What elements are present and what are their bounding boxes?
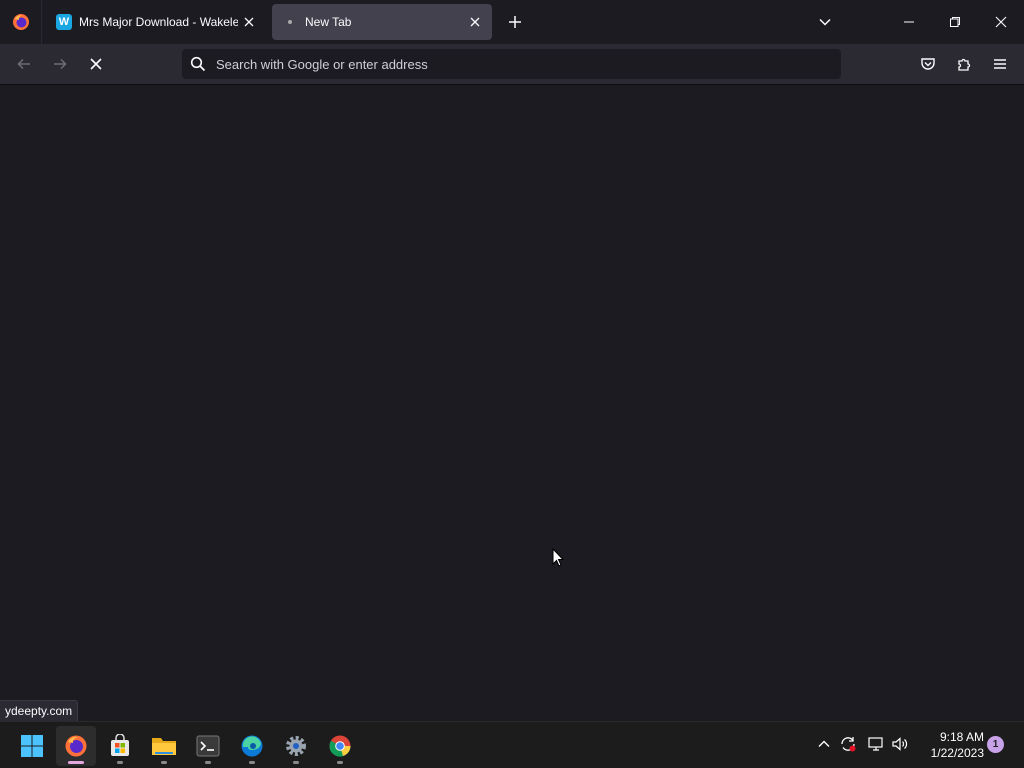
start-button[interactable] [12,726,52,766]
page-content [0,85,1024,721]
plus-icon [509,16,521,28]
windows-icon [21,735,43,757]
firefox-icon [12,14,29,30]
loading-dot-icon [282,14,298,30]
arrow-right-icon [54,58,67,70]
arrow-left-icon [17,58,30,70]
pocket-icon [921,58,935,70]
running-indicator [68,761,84,764]
taskbar-edge[interactable] [232,726,272,766]
tab-title: New Tab [305,15,352,29]
puzzle-icon [958,58,971,71]
close-window-button[interactable] [978,0,1024,44]
taskbar: 9:18 AM 1/22/2023 1 [0,721,1024,768]
mouse-cursor-icon [552,548,564,567]
tab-wakelet[interactable]: W Mrs Major Download - Wakelet [46,4,266,40]
tab-close-icon[interactable] [464,11,486,33]
wakelet-favicon-icon: W [56,14,72,30]
minimize-button[interactable] [886,0,932,44]
network-icon[interactable] [866,734,886,754]
search-icon [190,56,206,72]
restore-button[interactable] [932,0,978,44]
restore-icon [950,17,960,27]
tab-title: Mrs Major Download - Wakelet [79,15,238,29]
address-input[interactable] [216,56,841,72]
tab-new-tab[interactable]: New Tab [272,4,492,40]
running-indicator [249,761,255,764]
forward-button[interactable] [46,50,74,78]
taskbar-firefox[interactable] [56,726,96,766]
stop-button[interactable] [82,50,110,78]
taskbar-clock[interactable]: 9:18 AM 1/22/2023 [916,729,984,761]
sync-status-icon[interactable] [838,734,858,754]
chevron-down-icon [819,18,831,26]
tab-close-icon[interactable] [238,11,260,33]
gear-icon [286,736,306,756]
clock-date: 1/22/2023 [930,746,984,760]
chevron-up-icon [818,740,830,747]
firefox-icon [65,735,87,757]
store-icon [111,734,129,756]
running-indicator [117,761,123,764]
clock-time: 9:18 AM [939,730,984,744]
running-indicator [337,761,343,764]
close-icon [995,16,1007,28]
chrome-icon [329,735,351,757]
url-bar[interactable] [182,49,841,79]
taskbar-settings[interactable] [276,726,316,766]
extensions-button[interactable] [950,50,978,78]
show-hidden-icons-button[interactable] [814,734,834,754]
hamburger-icon [994,59,1006,69]
taskbar-chrome[interactable] [320,726,360,766]
taskbar-terminal[interactable] [188,726,228,766]
taskbar-file-explorer[interactable] [144,726,184,766]
terminal-icon [196,735,220,757]
volume-icon[interactable] [890,734,910,754]
running-indicator [205,761,211,764]
tab-strip: W Mrs Major Download - Wakelet New Tab [0,0,1024,44]
edge-icon [241,735,263,757]
running-indicator [293,761,299,764]
notification-badge[interactable]: 1 [987,736,1004,753]
stop-icon [90,58,102,70]
folder-icon [152,738,176,755]
pocket-button[interactable] [914,50,942,78]
new-tab-button[interactable] [502,9,528,35]
running-indicator [161,761,167,764]
app-menu-button[interactable] [986,50,1014,78]
list-all-tabs-button[interactable] [812,9,838,35]
status-panel: ydeepty.com [0,700,79,721]
firefox-view-button[interactable] [0,0,42,44]
minimize-icon [904,21,914,23]
back-button[interactable] [10,50,38,78]
taskbar-microsoft-store[interactable] [100,726,140,766]
navigation-toolbar [0,44,1024,85]
